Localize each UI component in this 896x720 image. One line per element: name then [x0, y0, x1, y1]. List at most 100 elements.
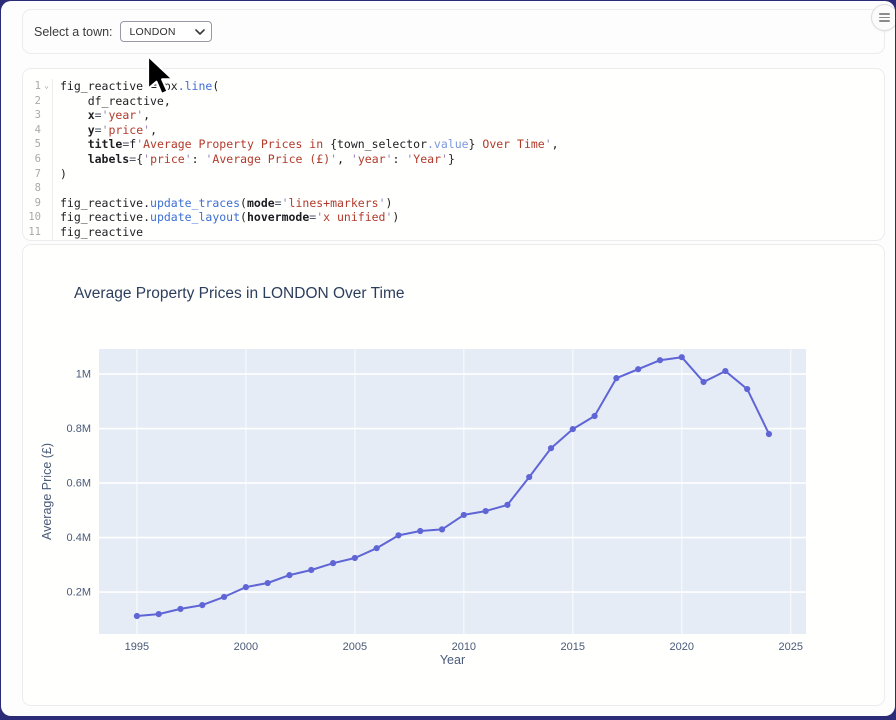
- fold-spacer: [41, 94, 52, 109]
- fold-chevron-icon[interactable]: ⌄: [41, 79, 52, 94]
- x-tick-label: 2020: [670, 641, 694, 653]
- code-text: fig_reactive = px.line(: [52, 79, 219, 94]
- data-point-marker[interactable]: [221, 594, 227, 600]
- line-number: 6: [23, 152, 41, 167]
- code-text: fig_reactive.update_traces(mode='lines+m…: [52, 196, 392, 211]
- data-point-marker[interactable]: [570, 426, 576, 432]
- notebook-page: Select a town: LONDON 1⌄fig_reactive = p…: [1, 1, 895, 716]
- data-point-marker[interactable]: [591, 413, 597, 419]
- data-point-marker[interactable]: [613, 375, 619, 381]
- data-point-marker[interactable]: [635, 366, 641, 372]
- x-tick-label: 1995: [125, 641, 149, 653]
- x-tick-label: 2015: [561, 641, 585, 653]
- code-text: x='year',: [52, 108, 150, 123]
- fold-spacer: [41, 137, 52, 152]
- data-point-marker[interactable]: [483, 508, 489, 514]
- data-point-marker[interactable]: [504, 502, 510, 508]
- code-text: ): [52, 167, 67, 182]
- y-axis-title: Average Price (£): [40, 443, 54, 540]
- code-line[interactable]: 10 fig_reactive.update_layout(hovermode='…: [23, 210, 884, 225]
- data-point-marker[interactable]: [526, 474, 532, 480]
- data-point-marker[interactable]: [744, 386, 750, 392]
- data-point-marker[interactable]: [156, 611, 162, 617]
- fold-spacer: [41, 181, 52, 196]
- line-number: 5: [23, 137, 41, 152]
- x-tick-label: 2005: [343, 641, 367, 653]
- line-number: 4: [23, 123, 41, 138]
- code-line[interactable]: 8: [23, 181, 884, 196]
- select-town-label: Select a town:: [34, 25, 113, 39]
- x-tick-label: 2025: [779, 641, 803, 653]
- fold-spacer: [41, 108, 52, 123]
- code-line[interactable]: 11 fig_reactive: [23, 225, 884, 240]
- town-selector-panel: Select a town: LONDON: [22, 9, 885, 54]
- data-point-marker[interactable]: [461, 512, 467, 518]
- data-point-marker[interactable]: [548, 445, 554, 451]
- code-text: title=f'Average Property Prices in {town…: [52, 137, 559, 152]
- fold-spacer: [41, 225, 52, 240]
- code-text: fig_reactive.update_layout(hovermode='x …: [52, 210, 399, 225]
- code-text: df_reactive,: [52, 94, 171, 109]
- y-tick-label: 0.6M: [67, 478, 91, 490]
- data-point-marker[interactable]: [417, 528, 423, 534]
- data-point-marker[interactable]: [352, 555, 358, 561]
- code-text: labels={'price': 'Average Price (£)', 'y…: [52, 152, 455, 167]
- town-select-value: LONDON: [130, 26, 195, 38]
- y-tick-label: 0.8M: [67, 423, 91, 435]
- hamburger-menu-icon: [879, 13, 890, 22]
- fold-spacer: [41, 152, 52, 167]
- data-point-marker[interactable]: [766, 431, 772, 437]
- data-point-marker[interactable]: [286, 572, 292, 578]
- data-point-marker[interactable]: [199, 602, 205, 608]
- data-point-marker[interactable]: [395, 532, 401, 538]
- line-number: 9: [23, 196, 41, 211]
- data-point-marker[interactable]: [374, 545, 380, 551]
- y-tick-label: 1M: [76, 369, 91, 381]
- line-number: 2: [23, 94, 41, 109]
- code-editor[interactable]: 1⌄fig_reactive = px.line(2 df_reactive,3…: [22, 68, 885, 241]
- code-line[interactable]: 6 labels={'price': 'Average Price (£)', …: [23, 152, 884, 167]
- line-number: 8: [23, 181, 41, 196]
- data-point-marker[interactable]: [657, 357, 663, 363]
- data-point-marker[interactable]: [243, 584, 249, 590]
- data-point-marker[interactable]: [265, 580, 271, 586]
- y-tick-label: 0.4M: [67, 532, 91, 544]
- line-number: 11: [23, 225, 41, 240]
- data-point-marker[interactable]: [722, 368, 728, 374]
- code-line[interactable]: 9 fig_reactive.update_traces(mode='lines+…: [23, 196, 884, 211]
- code-line[interactable]: 3 x='year',: [23, 108, 884, 123]
- code-line[interactable]: 4 y='price',: [23, 123, 884, 138]
- data-point-marker[interactable]: [679, 354, 685, 360]
- data-point-marker[interactable]: [177, 606, 183, 612]
- x-tick-label: 2000: [234, 641, 258, 653]
- y-tick-label: 0.2M: [67, 587, 91, 599]
- data-point-marker[interactable]: [308, 567, 314, 573]
- town-select-dropdown[interactable]: LONDON: [120, 21, 212, 42]
- line-number: 1: [23, 79, 41, 94]
- data-point-marker[interactable]: [134, 613, 140, 619]
- code-text: [52, 181, 67, 196]
- x-tick-label: 2010: [452, 641, 476, 653]
- fold-spacer: [41, 167, 52, 182]
- line-number: 7: [23, 167, 41, 182]
- data-point-marker[interactable]: [330, 560, 336, 566]
- code-line[interactable]: 2 df_reactive,: [23, 94, 884, 109]
- fold-spacer: [41, 210, 52, 225]
- chart-title: Average Property Prices in LONDON Over T…: [74, 285, 405, 302]
- data-point-marker[interactable]: [700, 379, 706, 385]
- line-number: 10: [23, 210, 41, 225]
- code-line[interactable]: 5 title=f'Average Property Prices in {to…: [23, 137, 884, 152]
- code-text: y='price',: [52, 123, 157, 138]
- fold-spacer: [41, 123, 52, 138]
- code-line[interactable]: 7): [23, 167, 884, 182]
- fold-spacer: [41, 196, 52, 211]
- chevron-down-icon: [195, 29, 205, 35]
- code-text: fig_reactive: [52, 225, 143, 240]
- line-number: 3: [23, 108, 41, 123]
- x-axis-title: Year: [440, 653, 465, 667]
- data-point-marker[interactable]: [439, 526, 445, 532]
- chart-output-panel: 1995 2000 2005 2010 2015 2020 2025 0.2M 0.4M 0.6M…: [22, 244, 885, 706]
- property-price-line-chart[interactable]: 1995 2000 2005 2010 2015 2020 2025 0.2M 0.4M 0.6M…: [23, 245, 885, 706]
- cell-menu-button[interactable]: [871, 4, 895, 31]
- code-line[interactable]: 1⌄fig_reactive = px.line(: [23, 79, 884, 94]
